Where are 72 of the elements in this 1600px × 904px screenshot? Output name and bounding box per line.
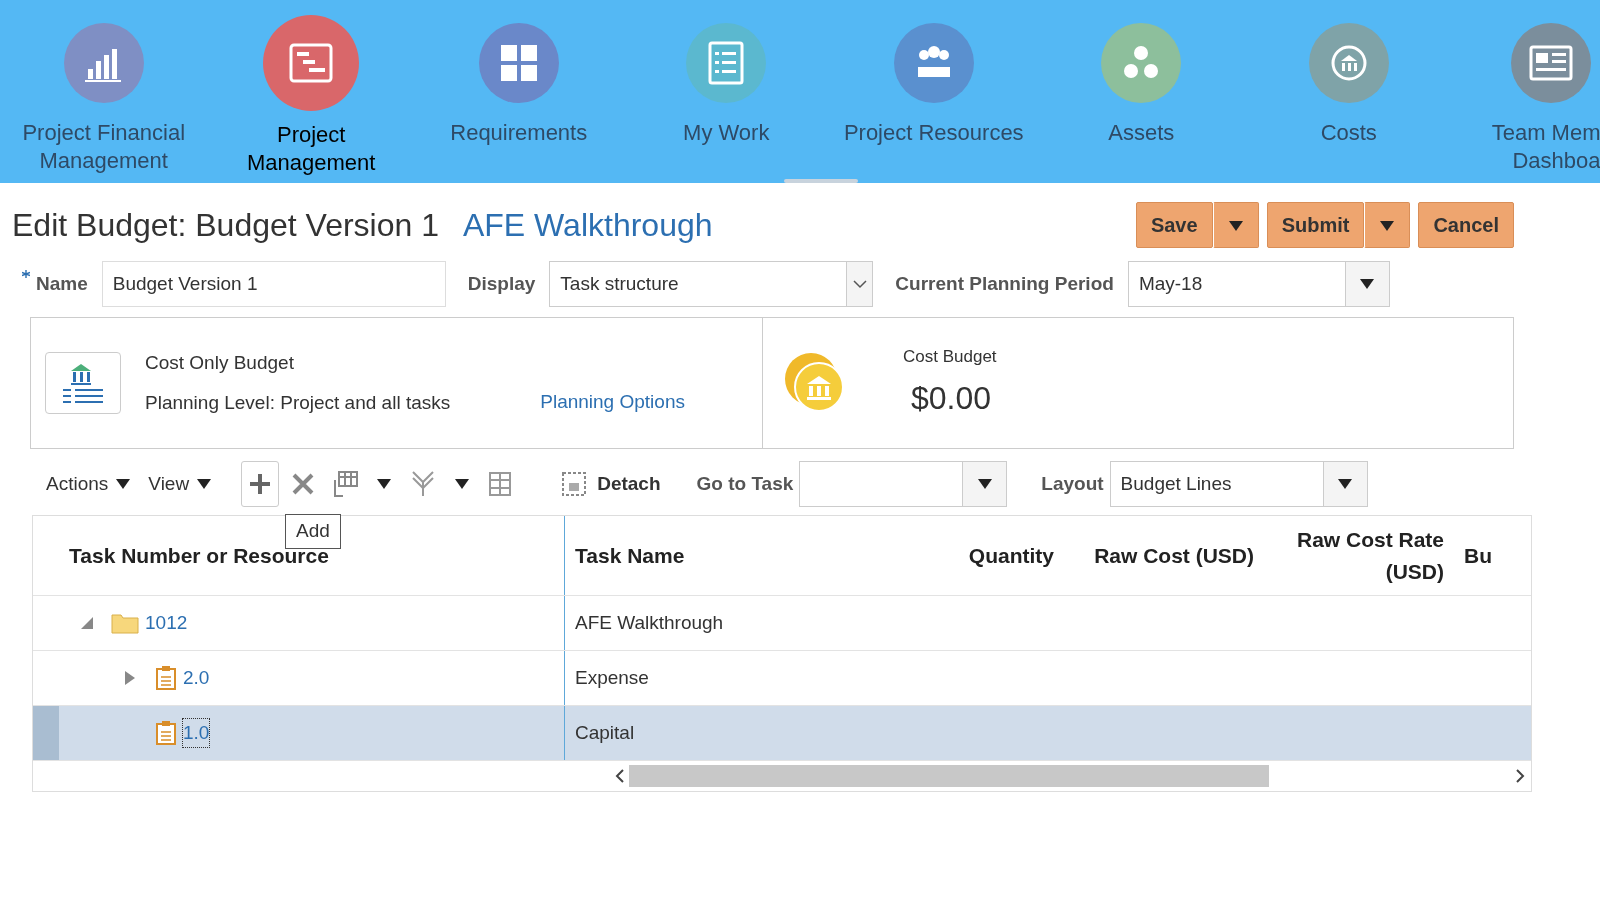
caret-icon bbox=[455, 479, 470, 489]
display-label: Display bbox=[467, 271, 536, 296]
planning-level: Planning Level: Project and all tasks bbox=[145, 391, 451, 415]
column-header: Raw Cost Rate (USD) bbox=[1295, 527, 1444, 585]
collapsed-icon[interactable] bbox=[125, 671, 135, 685]
menu-button[interactable]: Actions bbox=[40, 462, 137, 506]
caret-icon bbox=[377, 479, 392, 489]
table-icon bbox=[333, 470, 360, 498]
columns-icon bbox=[487, 470, 514, 498]
task-number-link[interactable]: 1012 bbox=[145, 608, 188, 638]
cost-budget-value: $0.00 bbox=[911, 378, 993, 418]
clipboard-icon bbox=[155, 665, 177, 691]
project-link[interactable]: AFE Walkthrough bbox=[462, 201, 713, 249]
action-button[interactable]: Save bbox=[1135, 202, 1213, 248]
page-title: Edit Budget: Budget Version 1 bbox=[12, 206, 439, 245]
budget-icon bbox=[45, 352, 121, 414]
column-header: Task Name bbox=[575, 542, 685, 569]
task-name: Expense bbox=[575, 665, 649, 690]
column-header: Raw Cost (USD) bbox=[1094, 542, 1254, 569]
clipboard-icon bbox=[155, 720, 177, 746]
column-header: Bu bbox=[1464, 542, 1492, 569]
caret-icon bbox=[1228, 220, 1243, 231]
required-icon bbox=[22, 269, 30, 278]
springboard-tile[interactable]: Requirements bbox=[415, 0, 623, 183]
detach-button[interactable]: Detach bbox=[555, 462, 667, 506]
table-row[interactable]: 1.0 Capital bbox=[33, 706, 1531, 761]
caret-icon bbox=[197, 479, 212, 489]
action-button[interactable]: Submit bbox=[1266, 202, 1365, 248]
display-dropdown[interactable]: Task structure bbox=[549, 261, 874, 307]
cost-budget-label: Cost Budget bbox=[903, 346, 997, 369]
table-row[interactable]: 1012 AFE Walkthrough bbox=[33, 596, 1531, 651]
caret-icon bbox=[116, 479, 131, 489]
scroll-right-icon[interactable] bbox=[1515, 769, 1525, 783]
caret-icon bbox=[1360, 279, 1375, 289]
task-name: AFE Walkthrough bbox=[575, 610, 724, 635]
detach-icon bbox=[561, 471, 588, 497]
menu-button[interactable] bbox=[1364, 202, 1411, 248]
caret-icon bbox=[1338, 479, 1353, 489]
period-dropdown[interactable]: May-18 bbox=[1127, 261, 1390, 307]
springboard-tile[interactable]: Costs bbox=[1245, 0, 1453, 183]
close-icon bbox=[291, 472, 316, 496]
planning-options-link[interactable]: Planning Options bbox=[540, 387, 685, 417]
caret-icon bbox=[977, 479, 992, 489]
scroll-left-icon[interactable] bbox=[615, 769, 625, 783]
springboard-tile[interactable]: Project Financial Management bbox=[0, 0, 208, 183]
springboard-tile[interactable]: Assets bbox=[1037, 0, 1245, 183]
task-number-link[interactable]: 2.0 bbox=[183, 663, 210, 693]
period-label: Current Planning Period bbox=[895, 271, 1114, 296]
menu-button[interactable] bbox=[1212, 202, 1259, 248]
go-to-task-label: Go to Task bbox=[696, 471, 794, 496]
caret-icon bbox=[1380, 220, 1395, 231]
folder-icon bbox=[111, 612, 139, 634]
expanded-icon[interactable] bbox=[81, 617, 93, 629]
name-field[interactable]: Budget Version 1 bbox=[101, 261, 446, 307]
task-name: Capital bbox=[575, 720, 635, 745]
name-label: Name bbox=[36, 271, 88, 296]
tooltip: Add bbox=[285, 514, 341, 549]
menu-button[interactable]: View bbox=[142, 462, 218, 506]
action-button[interactable]: Cancel bbox=[1418, 202, 1514, 248]
plus-icon bbox=[248, 472, 273, 496]
layout-dropdown[interactable]: Budget Lines bbox=[1109, 461, 1368, 507]
add-button[interactable] bbox=[241, 461, 280, 507]
springboard-tile[interactable]: My Work bbox=[622, 0, 830, 183]
drag-handle[interactable] bbox=[784, 179, 858, 183]
springboard-tile[interactable]: Project Management bbox=[207, 0, 415, 183]
chevron-icon bbox=[852, 279, 867, 289]
budget-type: Cost Only Budget bbox=[145, 350, 295, 375]
task-number-link[interactable]: 1.0 bbox=[183, 718, 210, 748]
layout-label: Layout bbox=[1041, 471, 1104, 496]
springboard-tile[interactable]: Project Resources bbox=[830, 0, 1038, 183]
column-header: Quantity bbox=[968, 542, 1054, 569]
springboard-tile[interactable]: Team Mem Dashboa bbox=[1452, 0, 1600, 183]
